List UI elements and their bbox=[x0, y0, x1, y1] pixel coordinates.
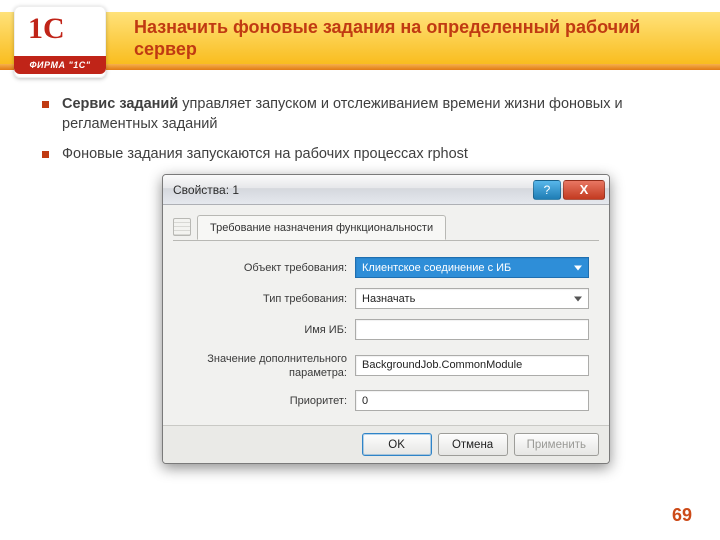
label-ibname: Имя ИБ: bbox=[177, 324, 347, 336]
brand-logo: 1C ФИРМА "1С" bbox=[14, 6, 106, 78]
ok-button[interactable]: OK bbox=[362, 433, 432, 456]
field-object-value: Клиентское соединение с ИБ bbox=[362, 262, 511, 274]
bullet-rest: Фоновые задания запускаются на рабочих п… bbox=[62, 146, 468, 162]
dialog-titlebar[interactable]: Свойства: 1 ? X bbox=[163, 175, 609, 205]
label-object: Объект требования: bbox=[177, 262, 347, 274]
properties-dialog: Свойства: 1 ? X Требование назначения фу… bbox=[162, 174, 610, 464]
form-grid: Объект требования: Клиентское соединение… bbox=[173, 253, 599, 419]
help-button[interactable]: ? bbox=[533, 180, 561, 200]
close-icon: X bbox=[580, 182, 589, 197]
cancel-label: Отмена bbox=[452, 439, 493, 451]
field-object[interactable]: Клиентское соединение с ИБ bbox=[355, 257, 589, 278]
field-priority[interactable]: 0 bbox=[355, 390, 589, 411]
close-button[interactable]: X bbox=[563, 180, 605, 200]
field-type-value: Назначать bbox=[362, 293, 415, 305]
dialog-title: Свойства: 1 bbox=[173, 183, 239, 197]
ok-label: OK bbox=[388, 439, 405, 451]
logo-subtext: ФИРМА "1С" bbox=[14, 56, 106, 74]
content-area: Сервис заданий управляет запуском и отсл… bbox=[0, 86, 720, 164]
bullet-item: Сервис заданий управляет запуском и отсл… bbox=[40, 94, 690, 134]
brand-orange-strip bbox=[0, 64, 720, 70]
tab-requirement[interactable]: Требование назначения функциональности bbox=[197, 215, 446, 240]
field-param[interactable]: BackgroundJob.CommonModule bbox=[355, 355, 589, 376]
apply-button[interactable]: Применить bbox=[514, 433, 599, 456]
label-priority: Приоритет: bbox=[177, 395, 347, 407]
bullet-strong: Сервис заданий bbox=[62, 96, 178, 112]
dialog-footer: OK Отмена Применить bbox=[163, 425, 609, 463]
bullet-item: Фоновые задания запускаются на рабочих п… bbox=[40, 144, 690, 164]
help-icon: ? bbox=[544, 183, 551, 197]
page-title: Назначить фоновые задания на определенны… bbox=[134, 16, 700, 60]
label-param: Значение дополнительного параметра: bbox=[177, 350, 347, 380]
field-priority-value: 0 bbox=[362, 395, 368, 407]
field-ibname[interactable] bbox=[355, 319, 589, 340]
logo-mark: 1C bbox=[28, 12, 65, 46]
cancel-button[interactable]: Отмена bbox=[438, 433, 508, 456]
label-type: Тип требования: bbox=[177, 293, 347, 305]
tab-strip: Требование назначения функциональности bbox=[173, 215, 599, 241]
field-type[interactable]: Назначать bbox=[355, 288, 589, 309]
brand-bar: 1C ФИРМА "1С" Назначить фоновые задания … bbox=[0, 0, 720, 86]
apply-label: Применить bbox=[527, 439, 586, 451]
dialog-body: Требование назначения функциональности О… bbox=[163, 205, 609, 425]
page-number: 69 bbox=[672, 505, 692, 526]
field-param-value: BackgroundJob.CommonModule bbox=[362, 359, 522, 371]
tab-list-icon[interactable] bbox=[173, 218, 191, 236]
